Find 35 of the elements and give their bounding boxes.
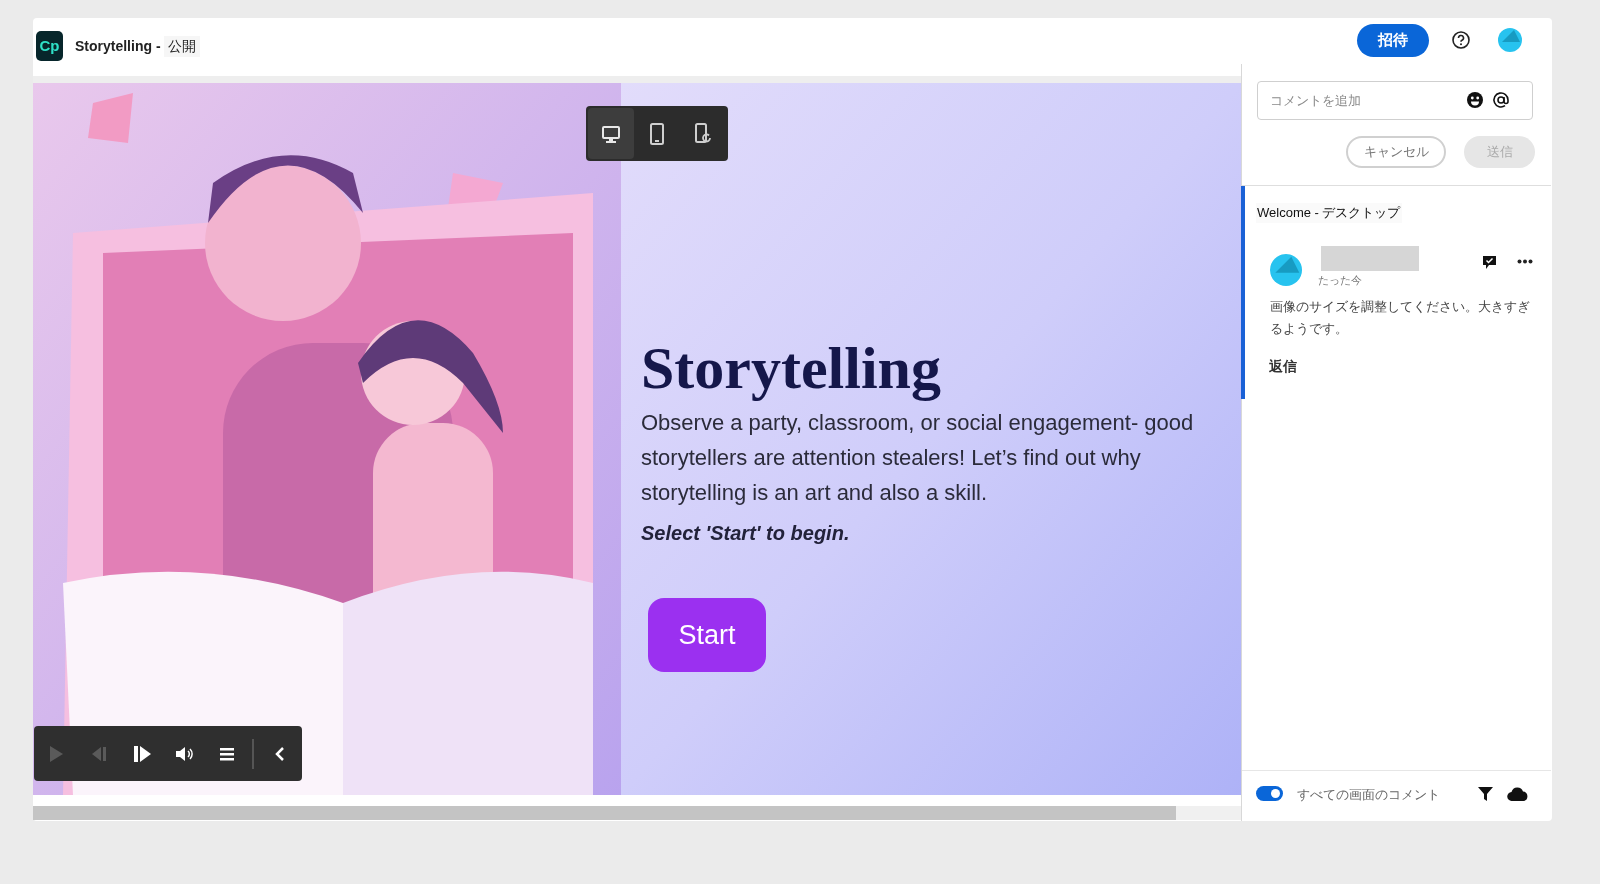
emoji-icon[interactable] <box>1466 91 1484 109</box>
play-icon <box>48 744 65 763</box>
slide-instruction: Select 'Start' to begin. <box>641 521 851 546</box>
filter-icon[interactable] <box>1478 786 1493 802</box>
volume-icon <box>174 744 195 763</box>
screen-title: Welcome - デスクトップ <box>1256 203 1402 223</box>
comment-text: 画像のサイズを調整してください。大きすぎるようです。 <box>1270 298 1531 338</box>
device-view-button[interactable] <box>588 108 634 159</box>
scrollbar-thumb[interactable] <box>33 806 1176 820</box>
mention-icon[interactable] <box>1492 91 1510 109</box>
help-icon[interactable] <box>1452 31 1470 49</box>
menu-icon <box>219 745 235 762</box>
previous-icon <box>90 744 108 763</box>
slide-body: Observe a party, classroom, or social engagement- good storytellers are attention stealers! Let’s find out why storytelling is an art and also a skill. <box>641 409 1195 507</box>
cloud-icon[interactable] <box>1507 787 1528 801</box>
comments-toggle-label: すべての画面のコメント <box>1297 786 1440 804</box>
invite-button[interactable]: 招待 <box>1357 24 1429 57</box>
commenter-avatar <box>1270 254 1302 286</box>
app-logo: Cp <box>36 31 63 61</box>
rotate-device-icon <box>694 122 712 145</box>
comment-time: たった今 <box>1318 273 1362 288</box>
user-avatar[interactable] <box>1498 28 1522 52</box>
monitor-icon <box>601 123 621 144</box>
cancel-button[interactable]: キャンセル <box>1346 136 1446 168</box>
comment-field[interactable]: コメントを追加 <box>1257 81 1533 120</box>
chevron-left-icon <box>273 745 286 762</box>
project-title: Storytelling - <box>75 36 162 56</box>
visibility-label: 公開 <box>164 35 201 57</box>
more-options-icon[interactable] <box>1517 259 1533 264</box>
start-button[interactable]: Start <box>648 598 766 672</box>
resolve-comment-icon[interactable] <box>1482 255 1497 270</box>
tablet-icon <box>649 122 665 145</box>
next-icon <box>131 744 152 763</box>
slide-heading: Storytelling <box>641 334 942 403</box>
reply-link[interactable]: 返信 <box>1269 356 1297 377</box>
